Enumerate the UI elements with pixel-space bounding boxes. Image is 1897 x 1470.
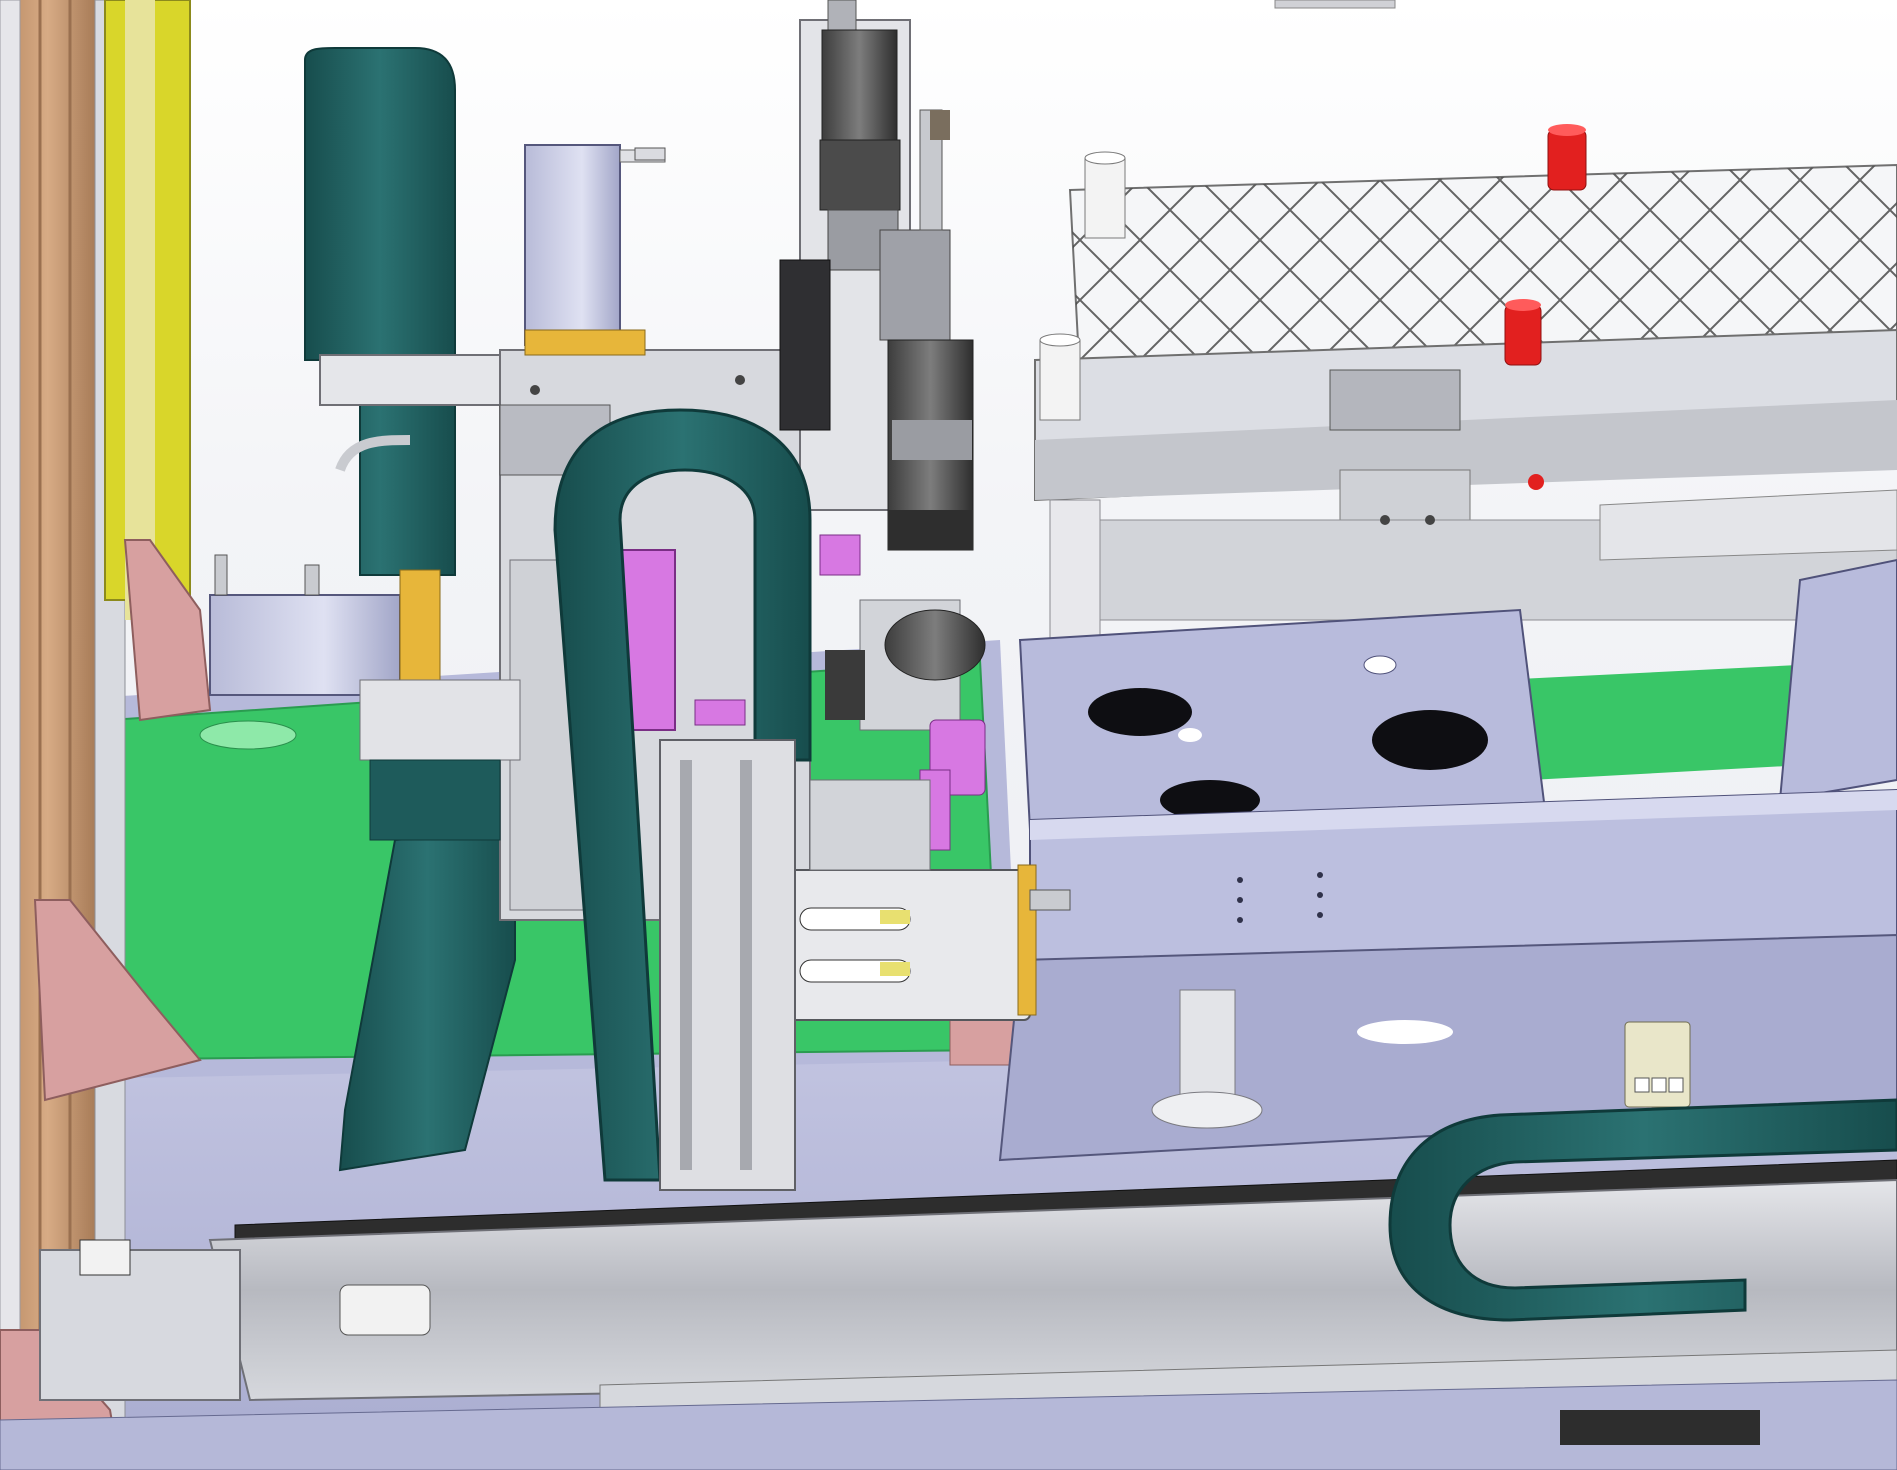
cad-viewport[interactable] xyxy=(0,0,1897,1470)
tray-structure xyxy=(1034,163,1897,651)
cad-model-canvas[interactable] xyxy=(0,0,1897,1470)
